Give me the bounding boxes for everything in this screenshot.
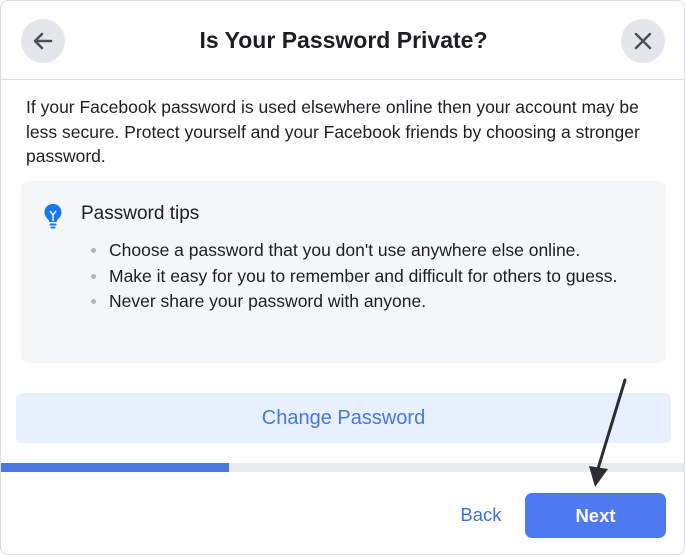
- password-private-dialog: Is Your Password Private? If your Facebo…: [0, 0, 685, 555]
- progress-fill: [1, 463, 230, 472]
- tips-list: Choose a password that you don't use any…: [89, 238, 629, 314]
- close-button[interactable]: [621, 19, 665, 63]
- close-icon: [634, 32, 652, 50]
- next-button[interactable]: Next: [525, 493, 666, 538]
- back-button[interactable]: Back: [453, 504, 509, 526]
- change-password-button[interactable]: Change Password: [16, 393, 671, 443]
- lightbulb-icon: [44, 204, 62, 229]
- dialog-title: Is Your Password Private?: [199, 27, 488, 53]
- dialog-header: Is Your Password Private?: [1, 1, 684, 80]
- tips-heading: Password tips: [81, 203, 200, 224]
- tip-item: Make it easy for you to remember and dif…: [89, 264, 629, 289]
- tip-item: Choose a password that you don't use any…: [89, 238, 629, 263]
- intro-text: If your Facebook password is used elsewh…: [26, 97, 640, 166]
- progress-bar: [1, 463, 684, 472]
- tip-item: Never share your password with anyone.: [89, 289, 629, 314]
- password-tips-card: Password tips Choose a password that you…: [21, 181, 666, 363]
